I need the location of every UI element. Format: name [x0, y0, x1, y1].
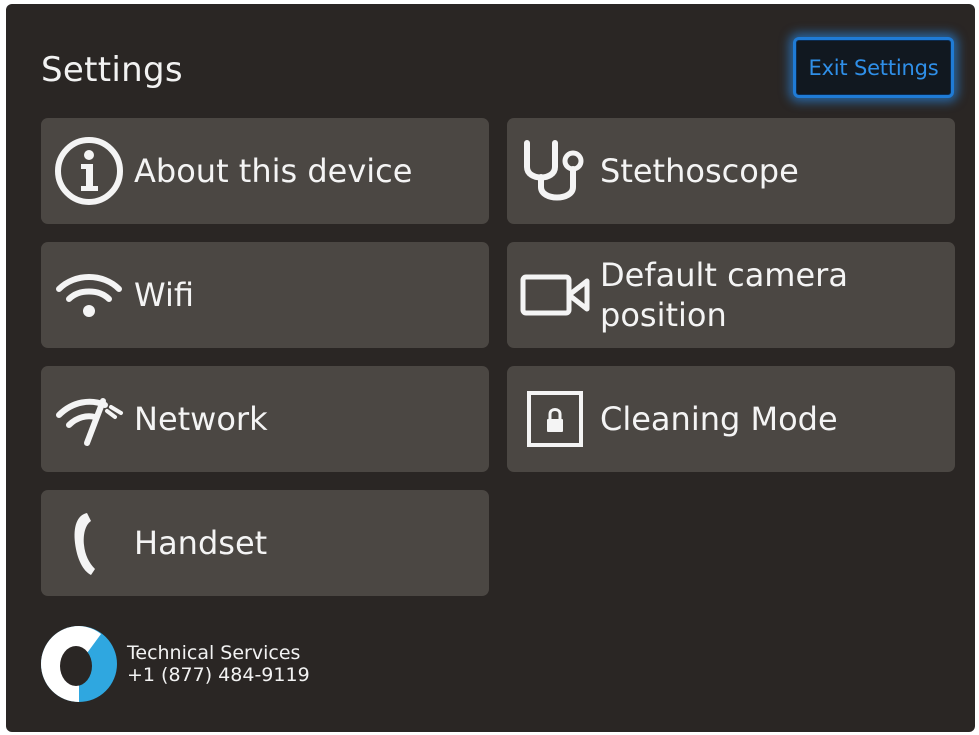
network-label: Network: [134, 400, 268, 438]
handset-tile[interactable]: Handset: [41, 490, 489, 596]
company-logo: [41, 626, 117, 702]
wifi-icon: [51, 257, 127, 333]
technical-services-contact: Technical Services +1 (877) 484-9119: [127, 642, 310, 686]
cleaning-mode-label: Cleaning Mode: [600, 400, 838, 438]
wifi-label: Wifi: [134, 276, 194, 314]
video-camera-icon: [517, 257, 593, 333]
exit-settings-button[interactable]: Exit Settings: [793, 37, 954, 98]
stethoscope-icon: [517, 133, 593, 209]
camera-position-tile[interactable]: Default camera position: [507, 242, 955, 348]
about-device-label: About this device: [134, 152, 413, 190]
technical-services-phone: +1 (877) 484-9119: [127, 664, 310, 686]
technical-services-label: Technical Services: [127, 642, 301, 664]
settings-screen: Settings Exit Settings About this device…: [6, 4, 975, 732]
stethoscope-label: Stethoscope: [600, 152, 799, 190]
stethoscope-tile[interactable]: Stethoscope: [507, 118, 955, 224]
lock-screen-icon: [517, 381, 593, 457]
cleaning-mode-tile[interactable]: Cleaning Mode: [507, 366, 955, 472]
handset-label: Handset: [134, 524, 268, 562]
info-icon: [51, 133, 127, 209]
camera-position-label: Default camera position: [600, 256, 848, 334]
page-title: Settings: [41, 50, 183, 90]
phone-handset-icon: [51, 505, 127, 581]
network-icon: [51, 381, 127, 457]
about-device-tile[interactable]: About this device: [41, 118, 489, 224]
wifi-tile[interactable]: Wifi: [41, 242, 489, 348]
network-tile[interactable]: Network: [41, 366, 489, 472]
